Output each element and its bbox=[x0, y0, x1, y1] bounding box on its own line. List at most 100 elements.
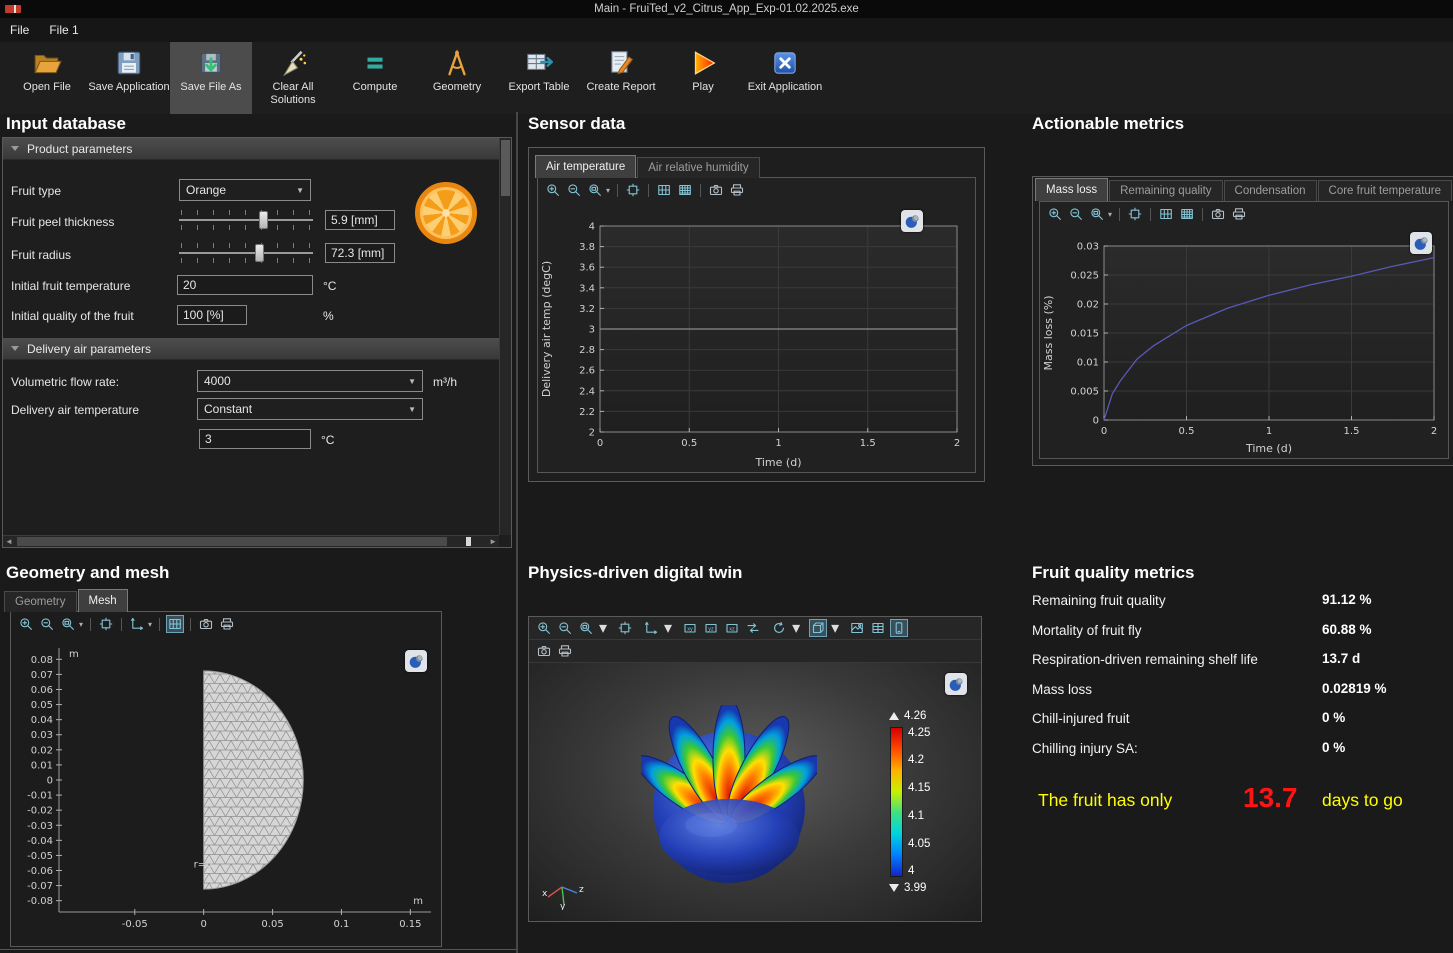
sensor-tab-air-relative-humidity[interactable]: Air relative humidity bbox=[637, 157, 759, 178]
grid-major-icon[interactable] bbox=[167, 616, 183, 632]
print-icon[interactable] bbox=[219, 616, 235, 632]
metrics-tab-core-fruit-temperature[interactable]: Core fruit temperature bbox=[1318, 180, 1453, 201]
metric-row: Mass loss0.02819 % bbox=[1032, 681, 1452, 711]
fruit-3d-visualization[interactable] bbox=[641, 705, 817, 892]
product-parameters-header[interactable]: Product parameters bbox=[3, 138, 499, 160]
camera-icon[interactable] bbox=[536, 643, 552, 659]
zoom-extents-icon[interactable] bbox=[625, 182, 641, 198]
rotate-icon[interactable] bbox=[771, 620, 787, 636]
comsol-logo-button[interactable] bbox=[901, 210, 923, 232]
chevron-down-icon[interactable]: ▾ bbox=[606, 186, 610, 195]
horizontal-scrollbar[interactable]: ◄ ► bbox=[3, 535, 499, 547]
chevron-down-icon[interactable]: ▾ bbox=[831, 618, 839, 638]
plane-yz-icon[interactable]: yz bbox=[703, 620, 719, 636]
slider-thumb[interactable] bbox=[259, 211, 268, 229]
chevron-down-icon[interactable]: ▾ bbox=[792, 618, 800, 638]
view-axes-icon[interactable] bbox=[643, 620, 659, 636]
flip-icon[interactable] bbox=[745, 620, 761, 636]
vertical-scrollbar[interactable] bbox=[499, 138, 511, 535]
export-table-button[interactable]: Export Table bbox=[498, 42, 580, 114]
open-file-button[interactable]: Open File bbox=[6, 42, 88, 114]
fruit-radius-slider[interactable] bbox=[179, 240, 313, 266]
delivery-air-parameters-header[interactable]: Delivery air parameters bbox=[3, 338, 499, 360]
zoom-box-icon[interactable] bbox=[578, 620, 594, 636]
plane-xz-icon[interactable]: xz bbox=[724, 620, 740, 636]
scrollbar-thumb[interactable] bbox=[17, 537, 447, 546]
geometry-button[interactable]: Geometry bbox=[416, 42, 498, 114]
twin-3d-scene[interactable]: 4.26 4.254.24.154.14.054 3.99 xyz bbox=[529, 663, 981, 921]
grid-major-icon[interactable] bbox=[1158, 206, 1174, 222]
chevron-down-icon[interactable]: ▾ bbox=[1108, 210, 1112, 219]
camera-icon[interactable] bbox=[198, 616, 214, 632]
chevron-down-icon[interactable]: ▾ bbox=[79, 620, 83, 629]
setpoint-temp-input[interactable]: 3 bbox=[199, 429, 311, 449]
print-icon[interactable] bbox=[729, 182, 745, 198]
compute-button[interactable]: Compute bbox=[334, 42, 416, 114]
camera-icon[interactable] bbox=[708, 182, 724, 198]
splitter-handle[interactable] bbox=[466, 537, 471, 546]
scene-icon[interactable] bbox=[849, 620, 865, 636]
zoom-out-icon[interactable] bbox=[39, 616, 55, 632]
peel-thickness-label: Fruit peel thickness bbox=[11, 215, 114, 229]
metrics-tab-mass-loss[interactable]: Mass loss bbox=[1035, 178, 1108, 201]
zoom-in-icon[interactable] bbox=[545, 182, 561, 198]
initial-temp-input[interactable]: 20 bbox=[177, 275, 313, 295]
save-application-button[interactable]: Save Application bbox=[88, 42, 170, 114]
massloss-plot-canvas[interactable]: 00.511.5200.0050.010.0150.020.0250.03Tim… bbox=[1040, 226, 1448, 458]
zoom-in-icon[interactable] bbox=[18, 616, 34, 632]
sensor-plot-canvas[interactable]: 00.511.5222.22.42.62.833.23.43.63.84Time… bbox=[538, 202, 975, 472]
zoom-extents-icon[interactable] bbox=[1127, 206, 1143, 222]
metrics-tab-remaining-quality[interactable]: Remaining quality bbox=[1109, 180, 1222, 201]
chevron-down-icon[interactable]: ▾ bbox=[664, 618, 672, 638]
play-button[interactable]: Play bbox=[662, 42, 744, 114]
geometry-tab-mesh[interactable]: Mesh bbox=[78, 589, 128, 612]
grid-major-icon[interactable] bbox=[656, 182, 672, 198]
menu-file1[interactable]: File 1 bbox=[49, 23, 78, 37]
slider-thumb[interactable] bbox=[255, 244, 264, 262]
grid-all-icon[interactable] bbox=[1179, 206, 1195, 222]
panel-icon[interactable] bbox=[891, 620, 907, 636]
zoom-box-icon[interactable] bbox=[60, 616, 76, 632]
peel-thickness-slider[interactable] bbox=[179, 207, 313, 233]
flow-rate-select[interactable]: 4000 ▼ bbox=[197, 370, 423, 392]
table-icon[interactable] bbox=[870, 620, 886, 636]
zoom-out-icon[interactable] bbox=[557, 620, 573, 636]
menu-file[interactable]: File bbox=[10, 23, 29, 37]
peel-thickness-value[interactable]: 5.9 [mm] bbox=[325, 210, 395, 230]
print-icon[interactable] bbox=[557, 643, 573, 659]
chevron-down-icon[interactable]: ▾ bbox=[148, 620, 152, 629]
zoom-extents-icon[interactable] bbox=[617, 620, 633, 636]
print-icon[interactable] bbox=[1231, 206, 1247, 222]
comsol-logo-button[interactable] bbox=[1410, 232, 1432, 254]
zoom-in-icon[interactable] bbox=[1047, 206, 1063, 222]
view-axes-icon[interactable] bbox=[129, 616, 145, 632]
zoom-out-icon[interactable] bbox=[566, 182, 582, 198]
plane-xy-icon[interactable]: xy bbox=[682, 620, 698, 636]
zoom-out-icon[interactable] bbox=[1068, 206, 1084, 222]
zoom-extents-icon[interactable] bbox=[98, 616, 114, 632]
cube-icon[interactable] bbox=[810, 620, 826, 636]
fruit-type-select[interactable]: Orange ▼ bbox=[179, 179, 311, 201]
clear-all-solutions-button[interactable]: Clear All Solutions bbox=[252, 42, 334, 114]
geometry-tab-geometry[interactable]: Geometry bbox=[4, 591, 77, 612]
sensor-tab-air-temperature[interactable]: Air temperature bbox=[535, 155, 636, 178]
save-file-as-button[interactable]: Save File As bbox=[170, 42, 252, 114]
zoom-box-icon[interactable] bbox=[1089, 206, 1105, 222]
metrics-tab-condensation[interactable]: Condensation bbox=[1224, 180, 1317, 201]
fruit-radius-value[interactable]: 72.3 [mm] bbox=[325, 243, 395, 263]
comsol-logo-button[interactable] bbox=[945, 673, 967, 695]
grid-all-icon[interactable] bbox=[677, 182, 693, 198]
mesh-plot-canvas[interactable]: 0.080.070.060.050.040.030.020.010-0.01-0… bbox=[11, 636, 441, 946]
zoom-box-icon[interactable] bbox=[587, 182, 603, 198]
comsol-logo-button[interactable] bbox=[405, 650, 427, 672]
camera-icon[interactable] bbox=[1210, 206, 1226, 222]
scroll-left-icon[interactable]: ◄ bbox=[5, 536, 13, 548]
zoom-in-icon[interactable] bbox=[536, 620, 552, 636]
delivery-air-temp-select[interactable]: Constant ▼ bbox=[197, 398, 423, 420]
initial-quality-input[interactable]: 100 [%] bbox=[177, 305, 247, 325]
scrollbar-thumb[interactable] bbox=[501, 140, 510, 196]
scroll-right-icon[interactable]: ► bbox=[489, 536, 497, 548]
create-report-button[interactable]: Create Report bbox=[580, 42, 662, 114]
exit-application-button[interactable]: Exit Application bbox=[744, 42, 826, 114]
chevron-down-icon[interactable]: ▾ bbox=[599, 618, 607, 638]
